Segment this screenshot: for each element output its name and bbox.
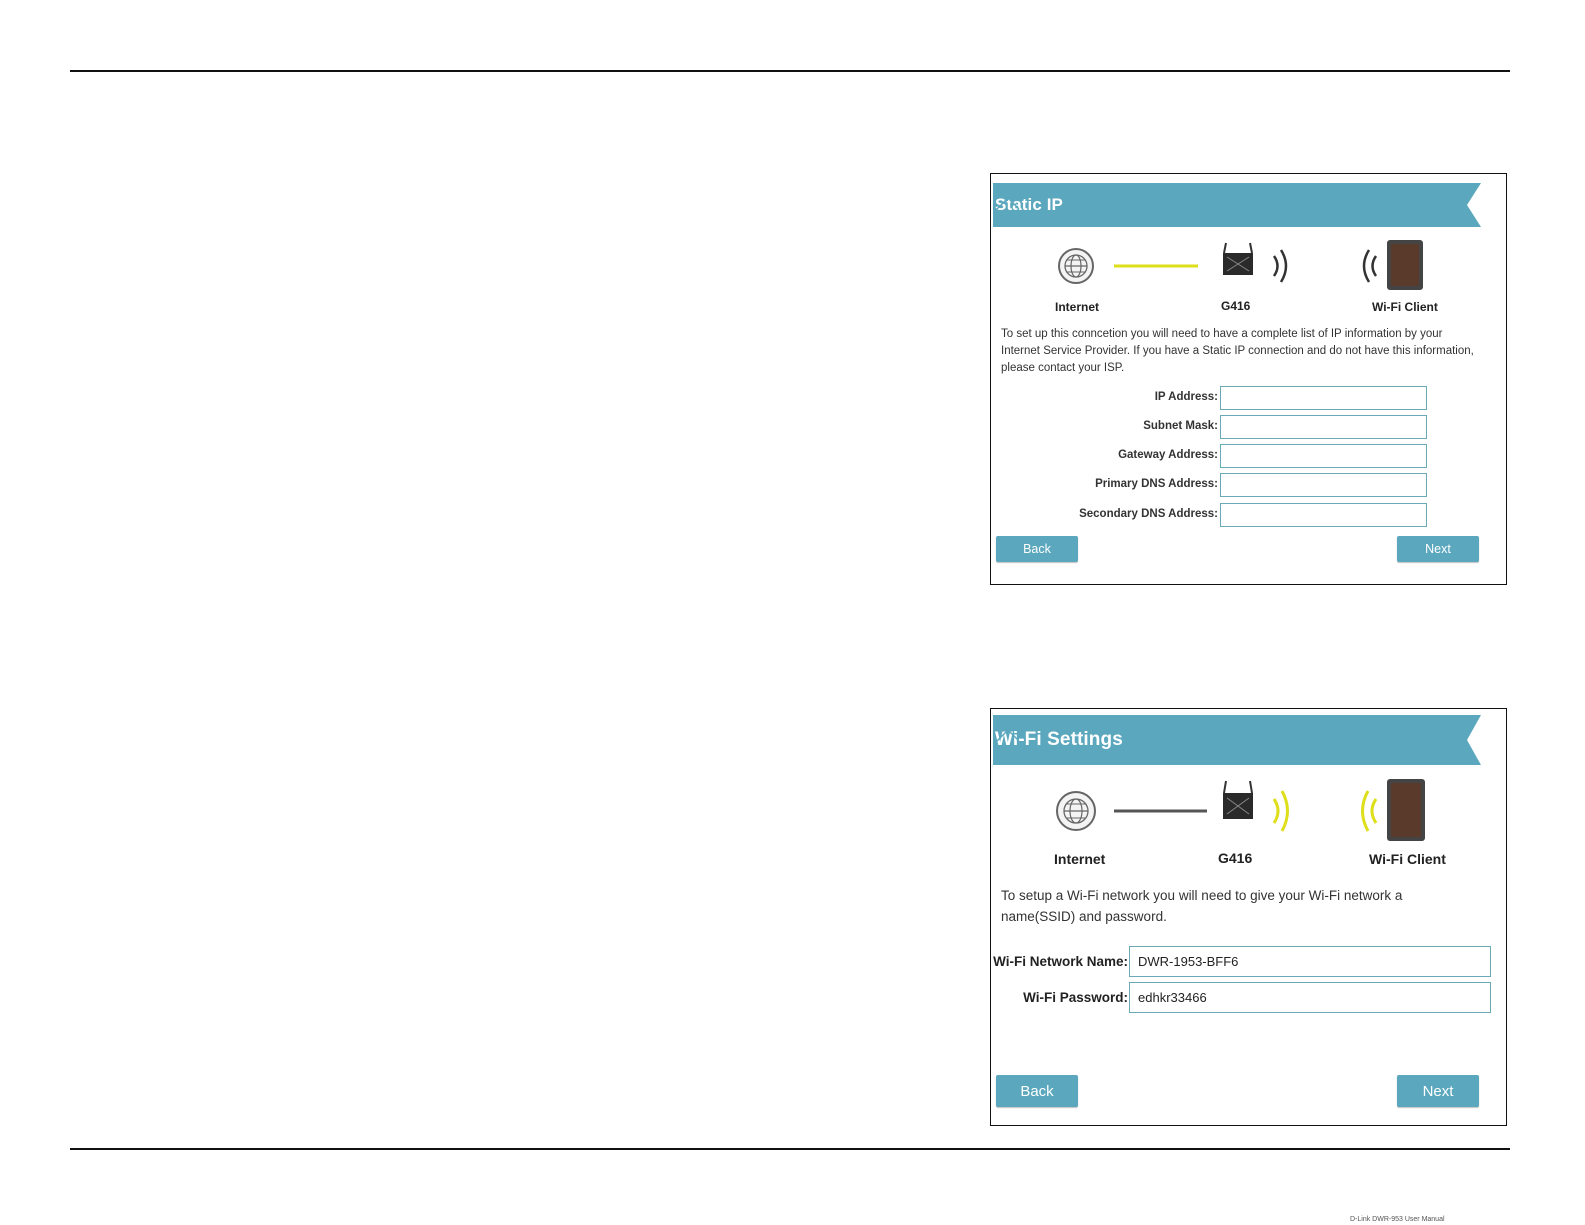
dialog-banner: Static IP	[993, 183, 1481, 227]
footer-text: D-Link DWR-953 User Manual	[1350, 1216, 1445, 1223]
connection-diagram: Internet G416 Wi-Fi Client	[991, 236, 1508, 326]
ip-address-row: IP Address:	[991, 386, 1508, 412]
field-label: Secondary DNS Address:	[1079, 508, 1218, 520]
field-label: Gateway Address:	[1118, 449, 1218, 461]
field-label: IP Address:	[1154, 391, 1218, 403]
static-ip-dialog: Static IP Internet G416 Wi-Fi Client To …	[990, 173, 1507, 585]
wireless-out-icon	[1272, 249, 1288, 283]
wireless-in-icon	[1361, 790, 1378, 832]
router-icon	[1223, 242, 1253, 275]
close-icon[interactable]	[993, 183, 1023, 213]
field-label: Wi-Fi Password:	[1023, 990, 1128, 1005]
globe-icon	[1058, 248, 1094, 284]
client-label: Wi-Fi Client	[1369, 851, 1446, 867]
gateway-address-input[interactable]	[1220, 444, 1427, 468]
tablet-icon	[1387, 779, 1425, 841]
connection-diagram: Internet G416 Wi-Fi Client	[991, 777, 1508, 867]
field-label: Primary DNS Address:	[1095, 478, 1218, 490]
bottom-rule	[70, 1148, 1510, 1150]
wifi-password-input[interactable]	[1129, 982, 1491, 1013]
field-label: Wi-Fi Network Name:	[993, 954, 1128, 969]
top-rule	[70, 70, 1510, 72]
description: To set up this conncetion you will need …	[1001, 328, 1474, 374]
internet-label: Internet	[1054, 851, 1106, 867]
back-button[interactable]: Back	[996, 536, 1078, 562]
wifi-settings-dialog: Wi-Fi Settings Internet G416 Wi-Fi Clien…	[990, 708, 1507, 1126]
globe-icon	[1056, 791, 1096, 831]
primary-dns-input[interactable]	[1220, 473, 1427, 497]
router-label: G416	[1218, 850, 1253, 866]
router-icon	[1223, 780, 1253, 819]
description: To setup a Wi-Fi network you will need t…	[1001, 888, 1403, 924]
primary-dns-row: Primary DNS Address:	[991, 473, 1508, 499]
tablet-icon	[1387, 240, 1423, 290]
client-label: Wi-Fi Client	[1372, 300, 1438, 314]
router-label: G416	[1221, 299, 1251, 313]
wireless-out-icon	[1272, 790, 1289, 832]
wifi-name-row: Wi-Fi Network Name:	[991, 946, 1508, 978]
secondary-dns-row: Secondary DNS Address:	[991, 503, 1508, 529]
close-icon[interactable]	[993, 715, 1023, 745]
subnet-mask-input[interactable]	[1220, 415, 1427, 439]
secondary-dns-input[interactable]	[1220, 503, 1427, 527]
dialog-banner: Wi-Fi Settings	[993, 715, 1481, 765]
next-button[interactable]: Next	[1397, 536, 1479, 562]
next-button[interactable]: Next	[1397, 1075, 1479, 1107]
gateway-address-row: Gateway Address:	[991, 444, 1508, 470]
back-button[interactable]: Back	[996, 1075, 1078, 1107]
wifi-password-row: Wi-Fi Password:	[991, 982, 1508, 1014]
internet-label: Internet	[1055, 300, 1100, 314]
ip-address-input[interactable]	[1220, 386, 1427, 410]
wifi-name-input[interactable]	[1129, 946, 1491, 977]
wireless-in-icon	[1362, 249, 1378, 283]
subnet-mask-row: Subnet Mask:	[991, 415, 1508, 441]
field-label: Subnet Mask:	[1143, 420, 1218, 432]
